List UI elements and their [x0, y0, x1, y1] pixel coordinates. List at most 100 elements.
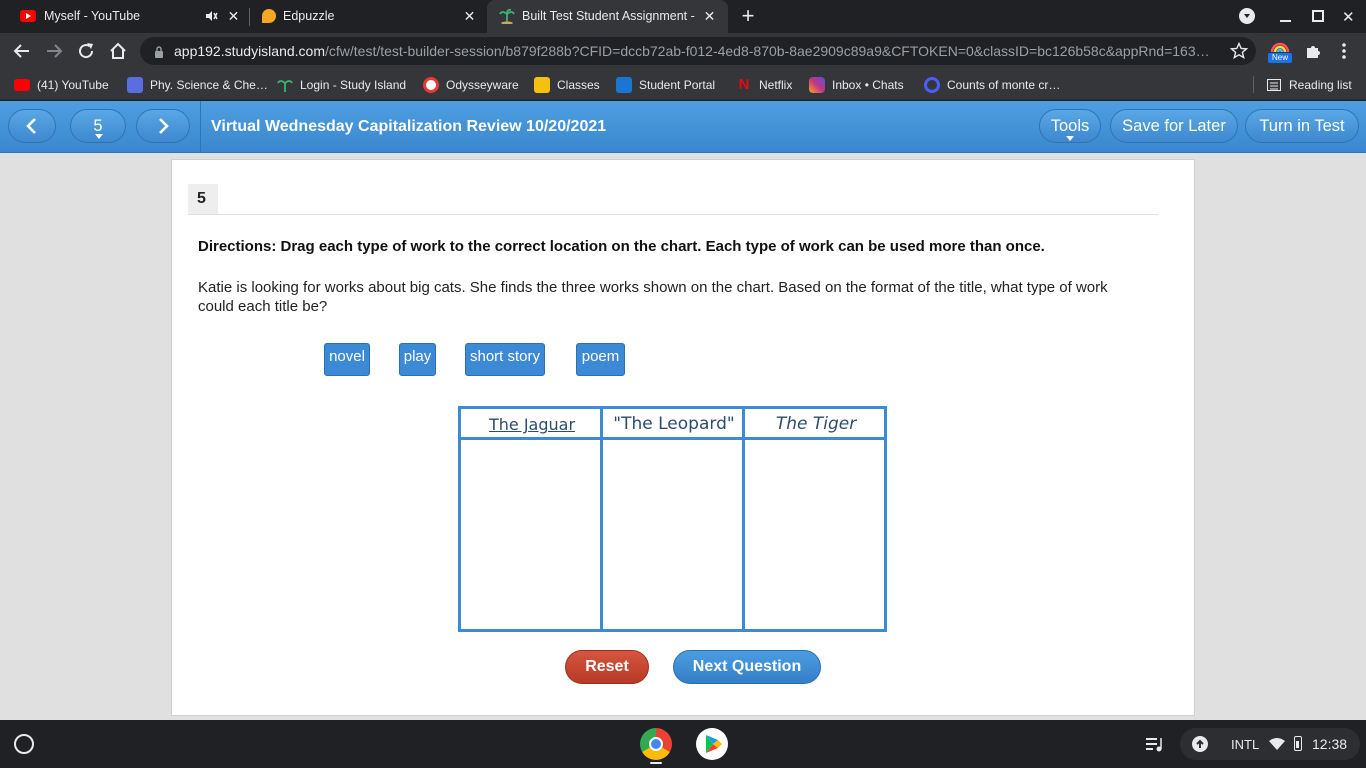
- drag-choice-poem[interactable]: poem: [576, 343, 625, 376]
- extensions-puzzle-icon[interactable]: [1304, 42, 1322, 60]
- bookmark-youtube[interactable]: (41) YouTube: [14, 76, 109, 93]
- lock-icon[interactable]: [154, 45, 164, 58]
- tab-youtube[interactable]: Myself - YouTube ✕: [8, 0, 248, 33]
- bookmark-monte-cristo[interactable]: Counts of monte cr…: [924, 76, 1060, 93]
- next-question-arrow-button[interactable]: [136, 109, 190, 143]
- bookmark-star-icon[interactable]: [1229, 41, 1249, 60]
- classroom-icon: [127, 76, 143, 93]
- restore-icon[interactable]: [1312, 10, 1324, 22]
- launcher-icon[interactable]: [14, 734, 34, 754]
- chart-column-tiger: The Tiger: [745, 409, 887, 629]
- save-for-later-button[interactable]: Save for Later: [1110, 109, 1238, 143]
- question-number: 5: [188, 184, 218, 214]
- tab-search-icon[interactable]: [1239, 8, 1255, 24]
- tab-title: Myself - YouTube: [44, 9, 141, 23]
- battery-icon: [1294, 736, 1302, 751]
- home-icon[interactable]: [106, 39, 130, 63]
- clock: 12:38: [1312, 736, 1348, 752]
- bookmarks-separator: [1253, 76, 1254, 93]
- odysseyware-icon: [423, 76, 439, 93]
- question-card: 5 Directions: Drag each type of work to …: [171, 159, 1195, 716]
- drag-choice-short-story[interactable]: short story: [465, 343, 545, 376]
- bookmark-study-island[interactable]: Login - Study Island: [277, 76, 406, 93]
- reset-button[interactable]: Reset: [565, 650, 649, 684]
- os-shelf: INTL 12:38: [0, 720, 1366, 768]
- search-icon: [924, 76, 940, 93]
- drop-zone[interactable]: [745, 443, 887, 629]
- bookmark-classes[interactable]: Classes: [534, 76, 600, 93]
- test-header: 5 Virtual Wednesday Capitalization Revie…: [0, 101, 1366, 153]
- caret-down-icon: [95, 134, 103, 139]
- extension-rainbow-icon[interactable]: New: [1268, 40, 1292, 63]
- bookmark-phy-science[interactable]: Phy. Science & Che…: [127, 76, 268, 93]
- more-menu-icon[interactable]: [1340, 42, 1348, 60]
- palm-tree-icon: [277, 77, 293, 93]
- back-icon[interactable]: [10, 39, 34, 63]
- reload-icon[interactable]: [74, 39, 98, 63]
- bookmark-student-portal[interactable]: Student Portal: [616, 76, 715, 93]
- portal-icon: [616, 76, 632, 93]
- bookmark-instagram[interactable]: Inbox • Chats: [809, 76, 904, 93]
- tab-study-island[interactable]: Built Test Student Assignment - S ✕: [487, 0, 728, 33]
- column-header: "The Leopard": [603, 409, 745, 440]
- header-divider: [200, 101, 201, 153]
- caret-down-icon: [1066, 136, 1074, 141]
- forward-icon[interactable]: [42, 39, 66, 63]
- youtube-icon: [14, 78, 30, 91]
- bookmarks-bar: (41) YouTube Phy. Science & Che… Login -…: [0, 69, 1366, 100]
- drop-zone[interactable]: [603, 443, 745, 629]
- status-tray[interactable]: INTL 12:38: [1180, 728, 1360, 760]
- column-header: The Jaguar: [461, 409, 603, 440]
- bookmark-netflix[interactable]: N Netflix: [736, 75, 793, 93]
- active-app-indicator: [650, 762, 662, 764]
- chevron-left-icon: [26, 118, 36, 134]
- close-icon[interactable]: ✕: [227, 9, 240, 23]
- update-icon: [1192, 736, 1208, 752]
- drag-choice-play[interactable]: play: [399, 343, 436, 376]
- chevron-right-icon: [159, 118, 169, 134]
- netflix-icon: N: [738, 75, 750, 93]
- reading-list-button[interactable]: Reading list: [1266, 76, 1352, 93]
- minimize-icon[interactable]: [1280, 8, 1292, 24]
- close-icon[interactable]: ✕: [463, 9, 476, 23]
- turn-in-test-button[interactable]: Turn in Test: [1245, 109, 1359, 143]
- close-window-icon[interactable]: ✕: [1342, 8, 1356, 26]
- play-store-icon[interactable]: [696, 728, 728, 760]
- close-icon[interactable]: ✕: [703, 9, 716, 23]
- drop-chart: The Jaguar "The Leopard" The Tiger: [458, 406, 887, 632]
- media-controls-icon[interactable]: [1144, 734, 1164, 754]
- chrome-icon[interactable]: [640, 728, 672, 760]
- tab-title: Edpuzzle: [283, 9, 335, 23]
- drop-zone[interactable]: [461, 443, 603, 629]
- question-selector[interactable]: 5: [70, 109, 126, 143]
- classes-icon: [534, 76, 550, 93]
- extension-new-badge: New: [1268, 53, 1292, 63]
- main-content: 5 Directions: Drag each type of work to …: [0, 153, 1366, 720]
- drag-choice-novel[interactable]: novel: [324, 343, 370, 376]
- youtube-icon: [20, 10, 36, 22]
- browser-toolbar: app192.studyisland.com/cfw/test/test-bui…: [0, 33, 1366, 69]
- next-question-button[interactable]: Next Question: [673, 650, 821, 684]
- bookmark-odysseyware[interactable]: Odysseyware: [423, 76, 519, 93]
- tools-button[interactable]: Tools: [1039, 109, 1101, 143]
- new-tab-button[interactable]: +: [738, 5, 758, 27]
- instagram-icon: [809, 76, 825, 93]
- column-header: The Tiger: [745, 409, 887, 440]
- speaker-muted-icon[interactable]: [204, 9, 218, 23]
- directions-text: Directions: Drag each type of work to th…: [198, 238, 1045, 255]
- chart-column-jaguar: The Jaguar: [461, 409, 603, 629]
- tab-title: Built Test Student Assignment - S: [522, 9, 698, 23]
- url-text: app192.studyisland.com/cfw/test/test-bui…: [174, 43, 1210, 59]
- divider: [188, 214, 1158, 215]
- tab-strip: Myself - YouTube ✕ Edpuzzle ✕ Built Test…: [0, 0, 1366, 33]
- address-bar[interactable]: app192.studyisland.com/cfw/test/test-bui…: [140, 37, 1256, 65]
- studyisland-icon: [499, 8, 515, 25]
- ime-indicator: INTL: [1231, 737, 1260, 752]
- chart-column-leopard: "The Leopard": [603, 409, 745, 629]
- assignment-title: Virtual Wednesday Capitalization Review …: [211, 118, 607, 135]
- edpuzzle-icon: [262, 9, 276, 23]
- question-prompt: Katie is looking for works about big cat…: [198, 279, 1108, 315]
- previous-question-button[interactable]: [8, 109, 56, 143]
- wifi-icon: [1268, 737, 1286, 751]
- tab-edpuzzle[interactable]: Edpuzzle ✕: [250, 0, 486, 33]
